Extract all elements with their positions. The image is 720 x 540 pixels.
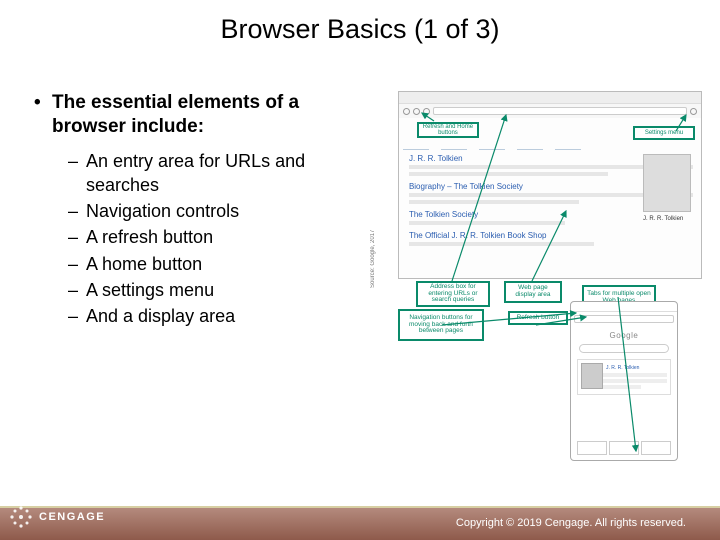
back-icon	[403, 108, 410, 115]
slide-title: Browser Basics (1 of 3)	[0, 0, 720, 45]
refresh-icon	[423, 108, 430, 115]
sub-bullet: A settings menu	[68, 278, 372, 302]
tab-bar	[399, 92, 701, 104]
lead-bullet: The essential elements of a browser incl…	[34, 91, 372, 139]
mobile-address-bar	[574, 315, 674, 323]
footer: CENGAGE Copyright © 2019 Cengage. All ri…	[0, 506, 720, 540]
mobile-portrait	[581, 363, 603, 389]
copyright: Copyright © 2019 Cengage. All rights res…	[456, 517, 686, 529]
brand-logo: CENGAGE	[8, 504, 105, 530]
sub-bullet: And a display area	[68, 304, 372, 328]
text-column: The essential elements of a browser incl…	[34, 91, 372, 431]
sub-bullet: Navigation controls	[68, 199, 372, 223]
toolbar	[399, 104, 701, 118]
mobile-logo: Google	[571, 326, 677, 342]
menu-icon	[690, 108, 697, 115]
sub-bullets: An entry area for URLs and searches Navi…	[34, 139, 372, 329]
figure: Refresh and Home buttons Settings menu J…	[386, 91, 704, 431]
sub-bullet: An entry area for URLs and searches	[68, 149, 372, 198]
callout-refresh-home: Refresh and Home buttons	[417, 122, 479, 138]
callout-refresh: Refresh button	[508, 311, 568, 325]
callout-settings-menu: Settings menu	[633, 126, 695, 140]
mobile-search-box	[579, 344, 669, 353]
knowledge-panel-image	[643, 154, 691, 212]
mobile-result-card: J. R. R. Tolkien	[577, 359, 671, 395]
mobile-tabs	[577, 441, 671, 455]
address-bar	[433, 107, 687, 115]
content-area: The essential elements of a browser incl…	[0, 45, 720, 431]
mobile-status-bar	[571, 302, 677, 312]
figure-credit: Source: Google, 2017	[370, 118, 376, 288]
sub-bullet: A home button	[68, 252, 372, 276]
starburst-icon	[8, 504, 34, 530]
callout-address-box: Address box for entering URLs or search …	[416, 281, 490, 307]
mobile-browser-mock: Google J. R. R. Tolkien	[570, 301, 678, 461]
bookmarks-bar	[403, 140, 697, 150]
sub-bullet: A refresh button	[68, 225, 372, 249]
knowledge-panel-title: J. R. R. Tolkien	[643, 216, 693, 222]
callout-display-area: Web page display area	[504, 281, 562, 303]
page-body: J. R. R. Tolkien Biography – The Tolkien…	[409, 154, 693, 270]
callout-navigation: Navigation buttons for moving back and f…	[398, 309, 484, 341]
result-link: The Official J. R. R. Tolkien Book Shop	[409, 231, 693, 240]
desktop-browser-mock: Refresh and Home buttons Settings menu J…	[398, 91, 702, 279]
forward-icon	[413, 108, 420, 115]
brand-text: CENGAGE	[39, 511, 105, 523]
